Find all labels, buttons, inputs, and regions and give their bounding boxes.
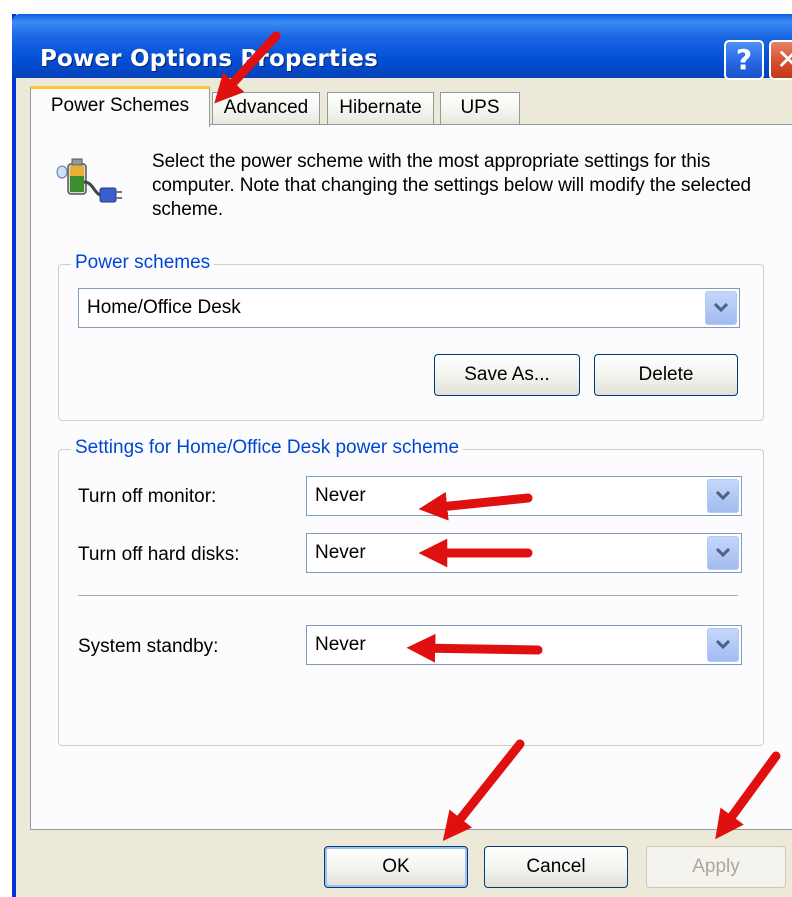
cancel-button[interactable]: Cancel <box>484 846 628 888</box>
close-button[interactable]: ✕ <box>769 40 792 80</box>
turn-off-monitor-value: Never <box>315 485 366 506</box>
power-scheme-select[interactable]: Home/Office Desk <box>78 288 740 328</box>
apply-button[interactable]: Apply <box>646 846 786 888</box>
system-standby-select[interactable]: Never <box>306 625 742 665</box>
tab-power-schemes[interactable]: Power Schemes <box>30 86 210 127</box>
power-plug-battery-icon <box>54 150 124 206</box>
title-bar[interactable]: Power Options Properties ? ✕ <box>12 14 792 80</box>
tab-ups[interactable]: UPS <box>440 92 520 124</box>
chevron-down-icon[interactable] <box>705 291 737 325</box>
power-scheme-value: Home/Office Desk <box>87 297 241 318</box>
turn-off-monitor-label: Turn off monitor: <box>78 486 217 507</box>
tab-advanced[interactable]: Advanced <box>212 92 320 124</box>
chevron-down-icon[interactable] <box>707 536 739 570</box>
system-standby-value: Never <box>315 634 366 655</box>
description-text: Select the power scheme with the most ap… <box>152 151 752 220</box>
turn-off-hard-disks-label: Turn off hard disks: <box>78 544 240 565</box>
delete-button[interactable]: Delete <box>594 354 738 396</box>
chevron-down-icon[interactable] <box>707 479 739 513</box>
ok-button[interactable]: OK <box>324 846 468 888</box>
help-button[interactable]: ? <box>724 40 764 80</box>
window-title: Power Options Properties <box>40 46 378 72</box>
system-standby-label: System standby: <box>78 636 219 657</box>
settings-divider <box>78 595 738 597</box>
power-schemes-legend: Power schemes <box>71 251 215 275</box>
turn-off-hard-disks-select[interactable]: Never <box>306 533 742 573</box>
chevron-down-icon[interactable] <box>707 628 739 662</box>
settings-legend: Settings for Home/Office Desk power sche… <box>71 436 464 460</box>
turn-off-monitor-select[interactable]: Never <box>306 476 742 516</box>
tab-hibernate[interactable]: Hibernate <box>327 92 434 124</box>
save-as-button[interactable]: Save As... <box>434 354 580 396</box>
turn-off-hard-disks-value: Never <box>315 542 366 563</box>
